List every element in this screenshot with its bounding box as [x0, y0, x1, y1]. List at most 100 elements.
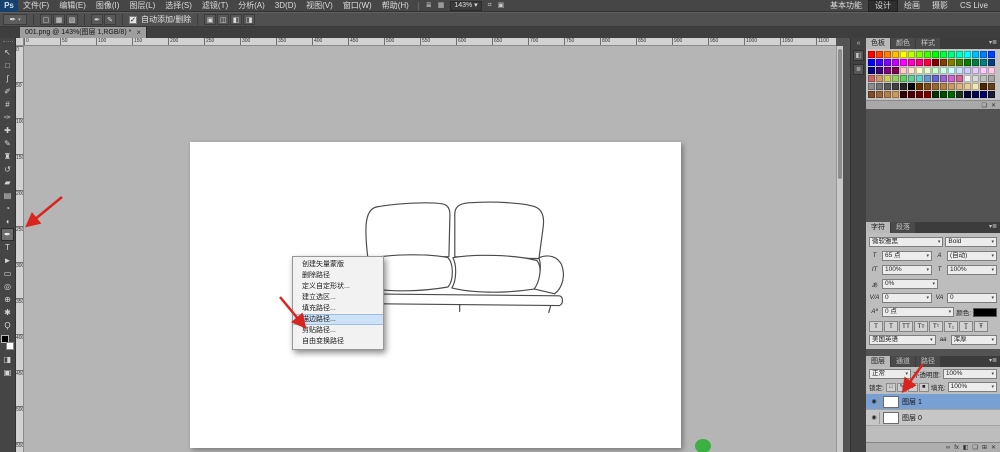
color-swatch[interactable]	[956, 59, 963, 66]
context-menu-item[interactable]: 建立选区...	[293, 292, 383, 303]
menu-item[interactable]: 窗口(W)	[338, 0, 377, 12]
opacity-field[interactable]: 100%	[943, 369, 997, 379]
collapsed-panel-icon-2[interactable]: ≣	[853, 64, 864, 75]
color-swatch[interactable]	[940, 67, 947, 74]
history-brush-tool[interactable]: ↺	[1, 163, 14, 176]
shape-tool[interactable]: ▭	[1, 267, 14, 280]
color-swatch[interactable]	[892, 91, 899, 98]
layers-footer-icon[interactable]: ∞	[946, 445, 950, 451]
lock-button[interactable]: □	[886, 383, 896, 392]
close-icon[interactable]: ×	[136, 27, 141, 38]
blend-mode-select[interactable]: 正常	[869, 369, 911, 379]
draw-mode-button[interactable]: ▢	[40, 14, 52, 25]
tracking-select[interactable]: 0	[947, 293, 997, 303]
color-swatch[interactable]	[972, 59, 979, 66]
layer-thumbnail[interactable]	[883, 396, 899, 408]
fill-field[interactable]: 100%	[948, 382, 997, 392]
scrollbar-thumb[interactable]	[838, 49, 842, 179]
color-swatch[interactable]	[916, 59, 923, 66]
pen-variant-button[interactable]: ✒	[91, 14, 103, 25]
color-swatch[interactable]	[892, 75, 899, 82]
color-swatch[interactable]	[868, 51, 875, 58]
document-tab[interactable]: 001.png @ 143%(图层 1,RGB/8) * ×	[20, 27, 147, 38]
quick-mask-button[interactable]: ◨	[1, 353, 14, 366]
color-swatch[interactable]	[980, 83, 987, 90]
menu-item[interactable]: 3D(D)	[270, 0, 301, 12]
blur-tool[interactable]: ◔	[1, 202, 14, 215]
color-swatch[interactable]	[988, 83, 995, 90]
color-swatch[interactable]	[964, 91, 971, 98]
color-swatch[interactable]	[980, 75, 987, 82]
color-swatch[interactable]	[884, 59, 891, 66]
language-select[interactable]: 美国英语	[869, 335, 936, 345]
swatch-footer-icon[interactable]: ✕	[991, 102, 996, 109]
color-swatch[interactable]	[868, 83, 875, 90]
hand-tool[interactable]: ✱	[1, 306, 14, 319]
toolbox-grip[interactable]	[3, 41, 13, 44]
color-swatch[interactable]	[924, 91, 931, 98]
color-swatch[interactable]	[900, 67, 907, 74]
healing-brush-tool[interactable]: ✚	[1, 124, 14, 137]
color-swatch[interactable]	[868, 75, 875, 82]
type-tool[interactable]: T	[1, 241, 14, 254]
leading-select[interactable]: (自动)	[947, 251, 997, 261]
lock-button[interactable]: ■	[919, 383, 929, 392]
path-selection-tool[interactable]: ►	[1, 254, 14, 267]
layers-footer-icon[interactable]: fx	[954, 445, 959, 451]
color-swatch[interactable]	[948, 75, 955, 82]
color-swatch[interactable]	[932, 51, 939, 58]
quick-selection-tool[interactable]: ✐	[1, 85, 14, 98]
menu-item[interactable]: 视图(V)	[301, 0, 338, 12]
menu-item[interactable]: 文件(F)	[18, 0, 54, 12]
proportional-spacing-select[interactable]: 0%	[882, 279, 938, 289]
lock-button[interactable]: ✎	[897, 383, 907, 392]
color-swatch[interactable]	[924, 75, 931, 82]
layers-footer-icon[interactable]: ◧	[963, 444, 969, 451]
color-swatch[interactable]	[876, 91, 883, 98]
color-swatch[interactable]	[964, 51, 971, 58]
color-swatch[interactable]	[884, 75, 891, 82]
panel-tab[interactable]: 颜色	[891, 38, 915, 49]
menu-item[interactable]: 图像(I)	[91, 0, 125, 12]
layer-row[interactable]: ◉ 图层 0	[866, 410, 1000, 426]
color-swatch[interactable]	[988, 75, 995, 82]
color-swatch[interactable]	[908, 59, 915, 66]
auto-add-delete-checkbox[interactable]: ✓	[129, 16, 137, 24]
panel-menu-icon[interactable]: ▾≣	[989, 38, 1000, 49]
color-swatch[interactable]	[956, 75, 963, 82]
color-swatch[interactable]	[948, 51, 955, 58]
draw-mode-button[interactable]: ▧	[66, 14, 78, 25]
color-swatch[interactable]	[916, 75, 923, 82]
color-swatch[interactable]	[972, 83, 979, 90]
color-swatch[interactable]	[940, 75, 947, 82]
type-style-button[interactable]: Ṯ	[959, 321, 973, 332]
workspace-button[interactable]: CS Live	[954, 0, 994, 12]
color-swatch[interactable]	[868, 67, 875, 74]
panel-tab[interactable]: 样式	[916, 38, 940, 49]
color-swatch[interactable]	[892, 59, 899, 66]
color-swatch[interactable]	[988, 51, 995, 58]
color-swatch[interactable]	[972, 67, 979, 74]
panel-tab[interactable]: 色板	[866, 38, 890, 49]
color-swatch[interactable]	[972, 51, 979, 58]
color-swatch[interactable]	[916, 67, 923, 74]
color-swatch[interactable]	[948, 67, 955, 74]
path-combine-button[interactable]: ◧	[230, 14, 242, 25]
arrange-documents-icon[interactable]: ⌗	[485, 0, 495, 12]
type-style-button[interactable]: Tт	[914, 321, 928, 332]
color-swatch[interactable]	[932, 59, 939, 66]
color-swatch[interactable]	[900, 83, 907, 90]
lock-button[interactable]: ✛	[908, 383, 918, 392]
font-family-select[interactable]: 微软雅黑	[869, 237, 943, 247]
font-size-select[interactable]: 65 点	[882, 251, 932, 261]
color-swatch[interactable]	[908, 75, 915, 82]
type-style-button[interactable]: Ŧ	[974, 321, 988, 332]
color-swatch[interactable]	[908, 67, 915, 74]
color-swatch[interactable]	[876, 83, 883, 90]
color-swatch[interactable]	[908, 51, 915, 58]
panel-menu-icon[interactable]: ▾≣	[989, 356, 1000, 367]
color-swatch[interactable]	[956, 83, 963, 90]
path-combine-button[interactable]: ▣	[204, 14, 216, 25]
panel-tab[interactable]: 字符	[866, 222, 890, 233]
context-menu-item[interactable]: 剪贴路径...	[293, 325, 383, 336]
